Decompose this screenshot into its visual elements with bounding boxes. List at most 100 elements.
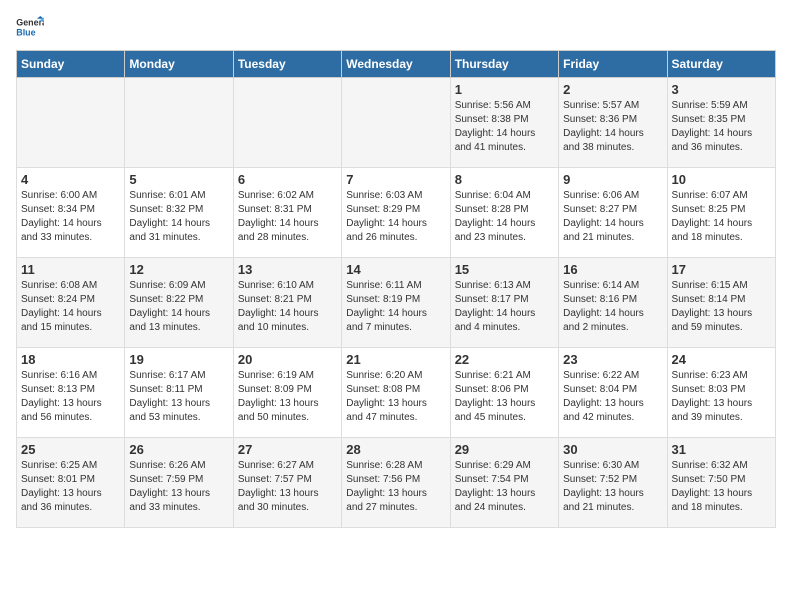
calendar-table: SundayMondayTuesdayWednesdayThursdayFrid… <box>16 50 776 528</box>
day-number: 10 <box>672 172 771 187</box>
calendar-cell: 27Sunrise: 6:27 AM Sunset: 7:57 PM Dayli… <box>233 438 341 528</box>
cell-info: Sunrise: 6:07 AM Sunset: 8:25 PM Dayligh… <box>672 189 771 245</box>
cell-info: Sunrise: 6:28 AM Sunset: 7:56 PM Dayligh… <box>346 459 445 515</box>
cell-info: Sunrise: 6:22 AM Sunset: 8:04 PM Dayligh… <box>563 369 662 425</box>
cell-info: Sunrise: 5:59 AM Sunset: 8:35 PM Dayligh… <box>672 99 771 155</box>
calendar-cell: 1 Sunrise: 5:56 AM Sunset: 8:38 PM Daylig… <box>450 78 558 168</box>
calendar-cell: 16Sunrise: 6:14 AM Sunset: 8:16 PM Dayli… <box>559 258 667 348</box>
cell-info: Sunrise: 6:17 AM Sunset: 8:11 PM Dayligh… <box>129 369 228 425</box>
week-row-3: 11Sunrise: 6:08 AM Sunset: 8:24 PM Dayli… <box>17 258 776 348</box>
calendar-cell: 10 Sunrise: 6:07 AM Sunset: 8:25 PM Dayli… <box>667 168 775 258</box>
calendar-cell <box>342 78 450 168</box>
cell-info: Sunrise: 6:29 AM Sunset: 7:54 PM Dayligh… <box>455 459 554 515</box>
cell-info: Sunrise: 6:01 AM Sunset: 8:32 PM Dayligh… <box>129 189 228 245</box>
day-number: 17 <box>672 262 771 277</box>
calendar-cell: 6 Sunrise: 6:02 AM Sunset: 8:31 PM Daylig… <box>233 168 341 258</box>
week-row-2: 4 Sunrise: 6:00 AM Sunset: 8:34 PM Daylig… <box>17 168 776 258</box>
calendar-cell: 5 Sunrise: 6:01 AM Sunset: 8:32 PM Daylig… <box>125 168 233 258</box>
svg-text:General: General <box>16 18 44 28</box>
weekday-header-thursday: Thursday <box>450 51 558 78</box>
day-number: 26 <box>129 442 228 457</box>
calendar-cell: 14 Sunrise: 6:11 AM Sunset: 8:19 PM Dayli… <box>342 258 450 348</box>
cell-info: Sunrise: 6:19 AM Sunset: 8:09 PM Dayligh… <box>238 369 337 425</box>
week-row-1: 1 Sunrise: 5:56 AM Sunset: 8:38 PM Daylig… <box>17 78 776 168</box>
cell-info: Sunrise: 6:20 AM Sunset: 8:08 PM Dayligh… <box>346 369 445 425</box>
calendar-cell: 8Sunrise: 6:04 AM Sunset: 8:28 PM Daylig… <box>450 168 558 258</box>
day-number: 2 <box>563 82 662 97</box>
weekday-header-sunday: Sunday <box>17 51 125 78</box>
day-number: 8 <box>455 172 554 187</box>
calendar-cell: 30Sunrise: 6:30 AM Sunset: 7:52 PM Dayli… <box>559 438 667 528</box>
day-number: 14 <box>346 262 445 277</box>
cell-info: Sunrise: 6:25 AM Sunset: 8:01 PM Dayligh… <box>21 459 120 515</box>
cell-info: Sunrise: 6:15 AM Sunset: 8:14 PM Dayligh… <box>672 279 771 335</box>
cell-info: Sunrise: 6:16 AM Sunset: 8:13 PM Dayligh… <box>21 369 120 425</box>
day-number: 9 <box>563 172 662 187</box>
calendar-cell <box>233 78 341 168</box>
calendar-cell: 15 Sunrise: 6:13 AM Sunset: 8:17 PM Dayli… <box>450 258 558 348</box>
cell-info: Sunrise: 6:08 AM Sunset: 8:24 PM Dayligh… <box>21 279 120 335</box>
cell-info: Sunrise: 6:21 AM Sunset: 8:06 PM Dayligh… <box>455 369 554 425</box>
calendar-cell: 18Sunrise: 6:16 AM Sunset: 8:13 PM Dayli… <box>17 348 125 438</box>
cell-info: Sunrise: 6:13 AM Sunset: 8:17 PM Dayligh… <box>455 279 554 335</box>
page-header: General Blue <box>16 16 776 38</box>
day-number: 29 <box>455 442 554 457</box>
calendar-cell: 2 Sunrise: 5:57 AM Sunset: 8:36 PM Daylig… <box>559 78 667 168</box>
calendar-cell: 9 Sunrise: 6:06 AM Sunset: 8:27 PM Daylig… <box>559 168 667 258</box>
weekday-header-friday: Friday <box>559 51 667 78</box>
cell-info: Sunrise: 6:11 AM Sunset: 8:19 PM Dayligh… <box>346 279 445 335</box>
day-number: 12 <box>129 262 228 277</box>
cell-info: Sunrise: 6:00 AM Sunset: 8:34 PM Dayligh… <box>21 189 120 245</box>
day-number: 22 <box>455 352 554 367</box>
cell-info: Sunrise: 6:09 AM Sunset: 8:22 PM Dayligh… <box>129 279 228 335</box>
calendar-cell: 23 Sunrise: 6:22 AM Sunset: 8:04 PM Dayli… <box>559 348 667 438</box>
week-row-4: 18Sunrise: 6:16 AM Sunset: 8:13 PM Dayli… <box>17 348 776 438</box>
cell-info: Sunrise: 6:02 AM Sunset: 8:31 PM Dayligh… <box>238 189 337 245</box>
calendar-cell <box>17 78 125 168</box>
calendar-cell: 28 Sunrise: 6:28 AM Sunset: 7:56 PM Dayli… <box>342 438 450 528</box>
svg-text:Blue: Blue <box>16 27 35 37</box>
calendar-cell: 3 Sunrise: 5:59 AM Sunset: 8:35 PM Daylig… <box>667 78 775 168</box>
day-number: 24 <box>672 352 771 367</box>
calendar-cell: 31 Sunrise: 6:32 AM Sunset: 7:50 PM Dayli… <box>667 438 775 528</box>
day-number: 7 <box>346 172 445 187</box>
cell-info: Sunrise: 6:32 AM Sunset: 7:50 PM Dayligh… <box>672 459 771 515</box>
calendar-cell: 21 Sunrise: 6:20 AM Sunset: 8:08 PM Dayli… <box>342 348 450 438</box>
calendar-cell: 13 Sunrise: 6:10 AM Sunset: 8:21 PM Dayli… <box>233 258 341 348</box>
weekday-header-wednesday: Wednesday <box>342 51 450 78</box>
calendar-cell: 20Sunrise: 6:19 AM Sunset: 8:09 PM Dayli… <box>233 348 341 438</box>
calendar-cell: 7 Sunrise: 6:03 AM Sunset: 8:29 PM Daylig… <box>342 168 450 258</box>
day-number: 28 <box>346 442 445 457</box>
day-number: 4 <box>21 172 120 187</box>
calendar-cell: 11Sunrise: 6:08 AM Sunset: 8:24 PM Dayli… <box>17 258 125 348</box>
cell-info: Sunrise: 6:23 AM Sunset: 8:03 PM Dayligh… <box>672 369 771 425</box>
day-number: 31 <box>672 442 771 457</box>
week-row-5: 25 Sunrise: 6:25 AM Sunset: 8:01 PM Dayli… <box>17 438 776 528</box>
cell-info: Sunrise: 6:03 AM Sunset: 8:29 PM Dayligh… <box>346 189 445 245</box>
logo-icon: General Blue <box>16 16 44 38</box>
cell-info: Sunrise: 5:56 AM Sunset: 8:38 PM Dayligh… <box>455 99 554 155</box>
cell-info: Sunrise: 5:57 AM Sunset: 8:36 PM Dayligh… <box>563 99 662 155</box>
calendar-cell: 26 Sunrise: 6:26 AM Sunset: 7:59 PM Dayli… <box>125 438 233 528</box>
day-number: 6 <box>238 172 337 187</box>
cell-info: Sunrise: 6:10 AM Sunset: 8:21 PM Dayligh… <box>238 279 337 335</box>
cell-info: Sunrise: 6:26 AM Sunset: 7:59 PM Dayligh… <box>129 459 228 515</box>
cell-info: Sunrise: 6:06 AM Sunset: 8:27 PM Dayligh… <box>563 189 662 245</box>
calendar-cell: 17 Sunrise: 6:15 AM Sunset: 8:14 PM Dayli… <box>667 258 775 348</box>
weekday-header-saturday: Saturday <box>667 51 775 78</box>
day-number: 27 <box>238 442 337 457</box>
day-number: 5 <box>129 172 228 187</box>
day-number: 21 <box>346 352 445 367</box>
cell-info: Sunrise: 6:30 AM Sunset: 7:52 PM Dayligh… <box>563 459 662 515</box>
day-number: 3 <box>672 82 771 97</box>
calendar-cell: 4 Sunrise: 6:00 AM Sunset: 8:34 PM Daylig… <box>17 168 125 258</box>
day-number: 16 <box>563 262 662 277</box>
day-number: 25 <box>21 442 120 457</box>
day-number: 23 <box>563 352 662 367</box>
day-number: 1 <box>455 82 554 97</box>
weekday-header-monday: Monday <box>125 51 233 78</box>
weekday-header-row: SundayMondayTuesdayWednesdayThursdayFrid… <box>17 51 776 78</box>
day-number: 15 <box>455 262 554 277</box>
calendar-cell: 29 Sunrise: 6:29 AM Sunset: 7:54 PM Dayli… <box>450 438 558 528</box>
day-number: 13 <box>238 262 337 277</box>
